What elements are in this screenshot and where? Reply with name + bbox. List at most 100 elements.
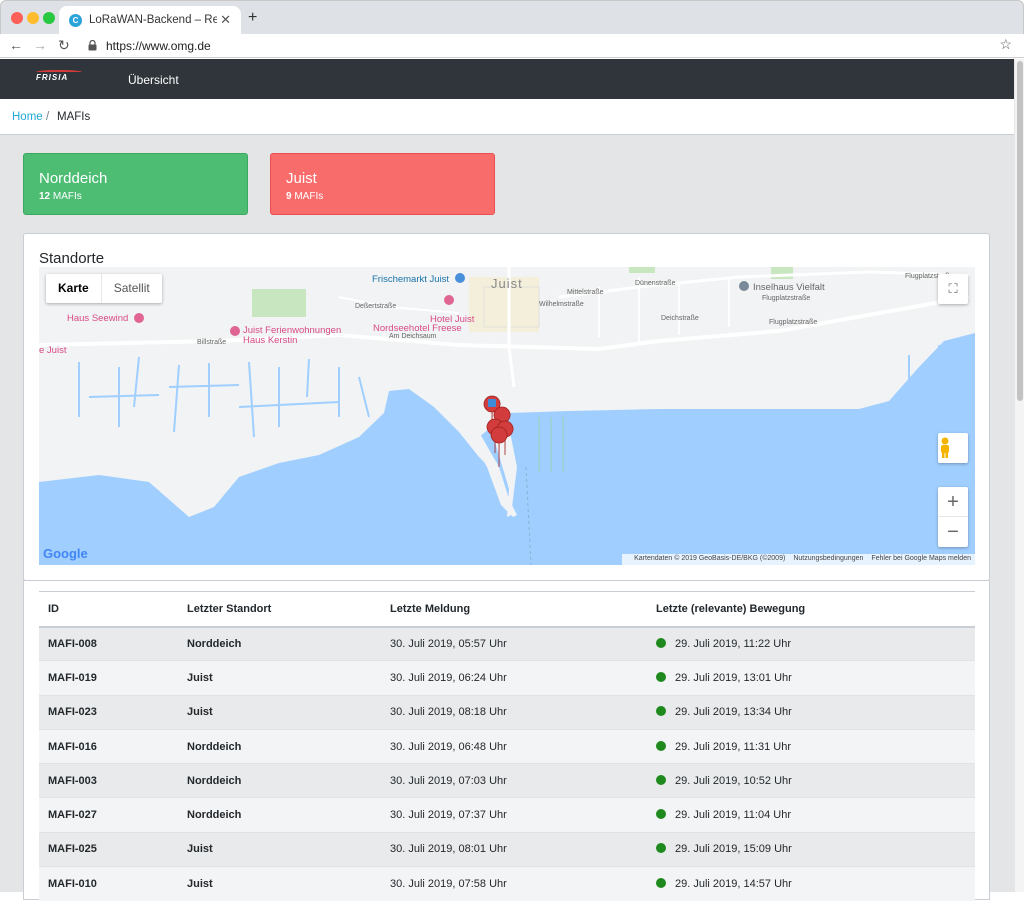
street-label: Dünenstraße [635,280,676,287]
street-label: Mittelstraße [567,289,604,296]
table-row[interactable]: MAFI-008 Norddeich 30. Juli 2019, 05:57 … [39,625,975,661]
favicon-icon: C [69,14,82,27]
table-row[interactable]: MAFI-016 Norddeich 30. Juli 2019, 06:48 … [39,728,975,764]
cell-last-report: 30. Juli 2019, 07:58 Uhr [381,866,647,901]
location-name: Juist [286,170,317,187]
table-row[interactable]: MAFI-023 Juist 30. Juli 2019, 08:18 Uhr … [39,694,975,730]
map-type-satellit-button[interactable]: Satellit [102,274,162,303]
cell-location: Norddeich [178,625,381,661]
map-view[interactable]: Frischemarkt Juist Juist Inselhaus Vielf… [39,267,975,565]
nav-link-uebersicht[interactable]: Übersicht [128,73,179,87]
fullscreen-icon[interactable]: ⛶ [938,274,968,304]
google-logo[interactable]: Google [43,546,88,561]
street-label: Billstraße [197,339,227,346]
breadcrumb: Home / MAFIs [0,99,1014,135]
breadcrumb-home-link[interactable]: Home [12,111,43,123]
cell-last-move: 29. Juli 2019, 10:52 Uhr [647,763,975,798]
cell-id: MAFI-003 [39,763,178,798]
street-label: Deßertstraße [355,303,397,310]
lock-icon [88,40,97,51]
app-header: FRISIA Übersicht [0,59,1014,99]
breadcrumb-current: MAFIs [57,111,91,123]
map-card: Standorte Frischemarkt Juist Juist Insel… [23,233,990,581]
report-error-link[interactable]: Fehler bei Google Maps melden [871,555,971,562]
poi-frischemarkt[interactable]: Frischemarkt Juist [372,274,449,285]
cell-location: Juist [178,831,381,867]
url-input[interactable]: https://www.omg.de ☆ [82,35,1012,56]
street-label: Wilhelmstraße [539,301,584,308]
location-card-juist[interactable]: Juist 9 MAFIs [270,153,495,215]
cell-id: MAFI-016 [39,728,178,764]
page-scrollbar[interactable] [1014,59,1024,892]
close-window-button[interactable] [11,12,23,24]
status-dot-icon [656,774,666,785]
cell-id: MAFI-027 [39,797,178,833]
table-row[interactable]: MAFI-027 Norddeich 30. Juli 2019, 07:37 … [39,797,975,833]
status-dot-icon [656,809,666,820]
url-text: https://www.omg.de [106,39,211,53]
mafi-table-card: ID Letzter Standort Letzte Meldung Letzt… [23,580,990,901]
map-type-control: Karte Satellit [46,274,162,303]
poi-inselhaus[interactable]: Inselhaus Vielfalt [753,282,825,293]
poi-haus-seewind[interactable]: Haus Seewind [67,313,128,324]
pegman-icon[interactable] [938,433,968,463]
table-row[interactable]: MAFI-010 Juist 30. Juli 2019, 07:58 Uhr … [39,866,975,901]
new-tab-icon[interactable]: + [248,9,257,27]
status-dot-icon [656,706,666,717]
poi-haus-kerstin[interactable]: Haus Kerstin [243,335,297,346]
cell-last-report: 30. Juli 2019, 07:03 Uhr [381,763,647,798]
cell-location: Norddeich [178,763,381,798]
cell-last-move: 29. Juli 2019, 13:01 Uhr [647,660,975,696]
column-header-location: Letzter Standort [178,591,381,628]
cell-last-report: 30. Juli 2019, 07:37 Uhr [381,797,647,833]
poi-e-juist[interactable]: e Juist [39,345,66,356]
cell-last-move: 29. Juli 2019, 13:34 Uhr [647,694,975,730]
maximize-window-button[interactable] [43,12,55,24]
map-title: Standorte [39,250,105,267]
reload-icon[interactable]: ↻ [58,37,70,54]
cell-last-report: 30. Juli 2019, 06:48 Uhr [381,728,647,764]
status-dot-icon [656,843,666,854]
cell-last-move: 29. Juli 2019, 11:31 Uhr [647,728,975,764]
minimize-window-button[interactable] [27,12,39,24]
status-dot-icon [656,637,666,648]
map-type-karte-button[interactable]: Karte [46,274,102,303]
status-dot-icon [656,877,666,888]
street-label: Flugplatzstraße [762,295,811,302]
column-header-id: ID [39,591,178,628]
table-row[interactable]: MAFI-025 Juist 30. Juli 2019, 08:01 Uhr … [39,831,975,867]
street-label: Am Deichsaum [389,333,437,340]
cell-last-move: 29. Juli 2019, 11:22 Uhr [647,625,975,661]
cell-location: Juist [178,660,381,696]
table-row[interactable]: MAFI-019 Juist 30. Juli 2019, 06:24 Uhr … [39,660,975,696]
zoom-control: + − [938,487,968,547]
bookmark-star-icon[interactable]: ☆ [999,36,1012,53]
browser-tabbar: C LoRaWAN-Backend – Reederei ✕ + [0,0,1024,35]
column-header-last-report: Letzte Meldung [381,591,647,628]
town-label: Juist [491,276,523,291]
cell-last-move: 29. Juli 2019, 15:09 Uhr [647,831,975,867]
street-label: Deichstraße [661,315,699,322]
map-canvas [39,267,975,565]
zoom-out-icon[interactable]: − [938,517,968,547]
main-content: Norddeich 12 MAFIs Juist 9 MAFIs Standor… [0,135,1014,901]
back-icon[interactable]: ← [9,37,23,53]
table-row[interactable]: MAFI-003 Norddeich 30. Juli 2019, 07:03 … [39,763,975,798]
close-tab-icon[interactable]: ✕ [220,12,231,28]
forward-icon[interactable]: → [33,37,47,53]
cell-last-report: 30. Juli 2019, 06:24 Uhr [381,660,647,696]
browser-tab[interactable]: C LoRaWAN-Backend – Reederei ✕ [59,6,241,35]
cell-location: Norddeich [178,728,381,764]
scrollbar-thumb[interactable] [1017,61,1023,401]
terms-link[interactable]: Nutzungsbedingungen [793,555,863,562]
cell-last-report: 30. Juli 2019, 08:18 Uhr [381,694,647,730]
column-header-last-move: Letzte (relevante) Bewegung [647,591,975,628]
zoom-in-icon[interactable]: + [938,487,968,517]
cell-last-move: 29. Juli 2019, 11:04 Uhr [647,797,975,833]
frisia-logo[interactable]: FRISIA [36,73,68,82]
cell-id: MAFI-008 [39,625,178,661]
cell-id: MAFI-019 [39,660,178,696]
status-dot-icon [656,671,666,682]
location-card-norddeich[interactable]: Norddeich 12 MAFIs [23,153,248,215]
cell-location: Juist [178,694,381,730]
